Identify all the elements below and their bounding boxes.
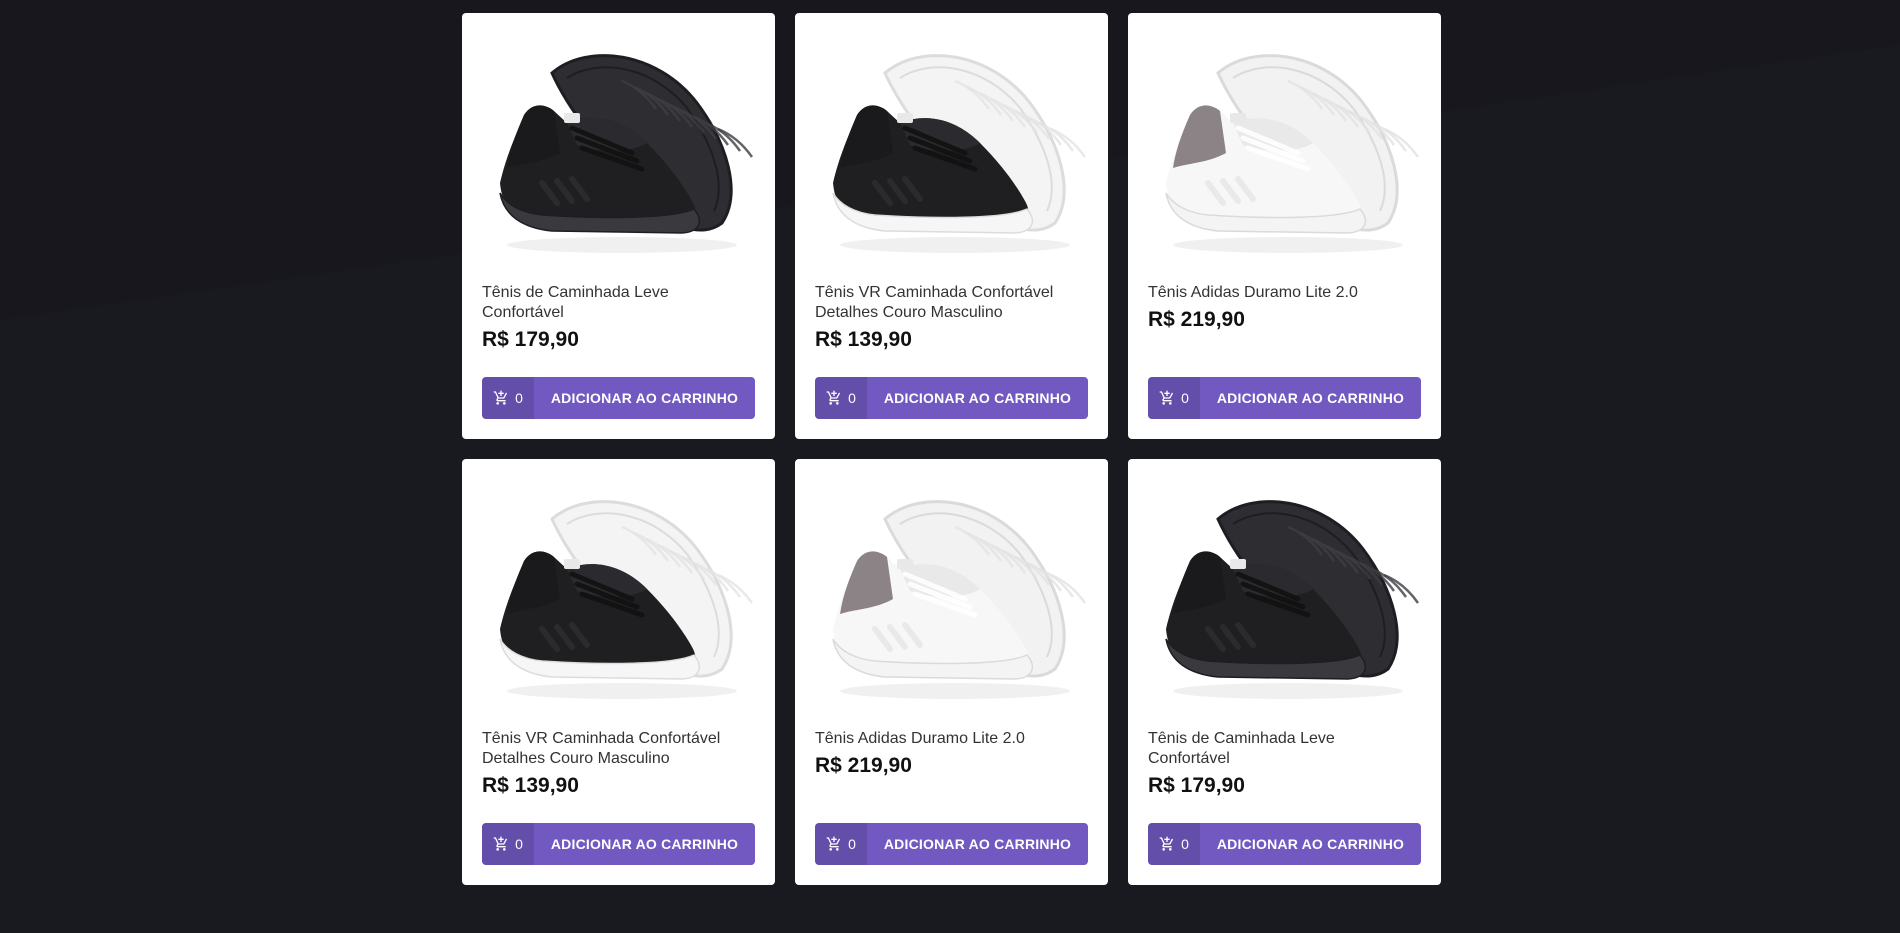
product-title: Tênis Adidas Duramo Lite 2.0 — [1148, 284, 1358, 301]
black-white-sneaker-image[interactable] — [815, 33, 1088, 263]
product-price: R$ 219,90 — [1148, 308, 1245, 331]
cart-count: 0 — [848, 836, 856, 852]
product-price: R$ 179,90 — [482, 328, 579, 351]
cart-count-box: 0 — [1148, 823, 1200, 865]
cart-count: 0 — [1181, 836, 1189, 852]
cart-count-box: 0 — [815, 823, 867, 865]
cart-count-box: 0 — [482, 823, 534, 865]
cart-count: 0 — [1181, 390, 1189, 406]
product-title: Tênis VR Caminhada Confortável Detalhes … — [482, 730, 721, 767]
add-shopping-cart-icon — [1159, 390, 1175, 406]
product-price: R$ 219,90 — [815, 754, 912, 777]
product-card: Tênis VR Caminhada Confortável Detalhes … — [462, 459, 775, 885]
product-price: R$ 139,90 — [482, 774, 579, 797]
cart-count-box: 0 — [815, 377, 867, 419]
add-to-cart-label: ADICIONAR AO CARRINHO — [883, 836, 1072, 852]
add-to-cart-label: ADICIONAR AO CARRINHO — [550, 390, 739, 406]
product-list: Tênis de Caminhada Leve Confortável R$ 1… — [462, 13, 1441, 885]
add-to-cart-label: ADICIONAR AO CARRINHO — [1216, 836, 1405, 852]
white-gray-sneaker-image[interactable] — [1148, 33, 1421, 263]
white-gray-sneaker-image[interactable] — [815, 479, 1088, 709]
cart-count: 0 — [515, 836, 523, 852]
add-shopping-cart-icon — [826, 836, 842, 852]
add-shopping-cart-icon — [493, 836, 509, 852]
product-card: Tênis VR Caminhada Confortável Detalhes … — [795, 13, 1108, 439]
add-to-cart-button[interactable]: 0 ADICIONAR AO CARRINHO — [815, 823, 1088, 865]
add-to-cart-label: ADICIONAR AO CARRINHO — [883, 390, 1072, 406]
cart-count-box: 0 — [482, 377, 534, 419]
product-card: Tênis Adidas Duramo Lite 2.0 R$ 219,90 0… — [795, 459, 1108, 885]
add-shopping-cart-icon — [493, 390, 509, 406]
add-to-cart-button[interactable]: 0 ADICIONAR AO CARRINHO — [815, 377, 1088, 419]
add-to-cart-button[interactable]: 0 ADICIONAR AO CARRINHO — [482, 377, 755, 419]
add-to-cart-button[interactable]: 0 ADICIONAR AO CARRINHO — [1148, 823, 1421, 865]
add-to-cart-button[interactable]: 0 ADICIONAR AO CARRINHO — [482, 823, 755, 865]
product-price: R$ 179,90 — [1148, 774, 1245, 797]
black-sneaker-image[interactable] — [1148, 479, 1421, 709]
add-to-cart-label: ADICIONAR AO CARRINHO — [1216, 390, 1405, 406]
black-white-sneaker-image[interactable] — [482, 479, 755, 709]
product-title: Tênis de Caminhada Leve Confortável — [1148, 730, 1335, 767]
add-shopping-cart-icon — [826, 390, 842, 406]
product-card: Tênis Adidas Duramo Lite 2.0 R$ 219,90 0… — [1128, 13, 1441, 439]
product-card: Tênis de Caminhada Leve Confortável R$ 1… — [462, 13, 775, 439]
add-to-cart-button[interactable]: 0 ADICIONAR AO CARRINHO — [1148, 377, 1421, 419]
product-title: Tênis Adidas Duramo Lite 2.0 — [815, 730, 1025, 747]
add-shopping-cart-icon — [1159, 836, 1175, 852]
cart-count: 0 — [848, 390, 856, 406]
product-title: Tênis VR Caminhada Confortável Detalhes … — [815, 284, 1054, 321]
cart-count-box: 0 — [1148, 377, 1200, 419]
add-to-cart-label: ADICIONAR AO CARRINHO — [550, 836, 739, 852]
product-card: Tênis de Caminhada Leve Confortável R$ 1… — [1128, 459, 1441, 885]
product-price: R$ 139,90 — [815, 328, 912, 351]
black-sneaker-image[interactable] — [482, 33, 755, 263]
cart-count: 0 — [515, 390, 523, 406]
product-title: Tênis de Caminhada Leve Confortável — [482, 284, 669, 321]
